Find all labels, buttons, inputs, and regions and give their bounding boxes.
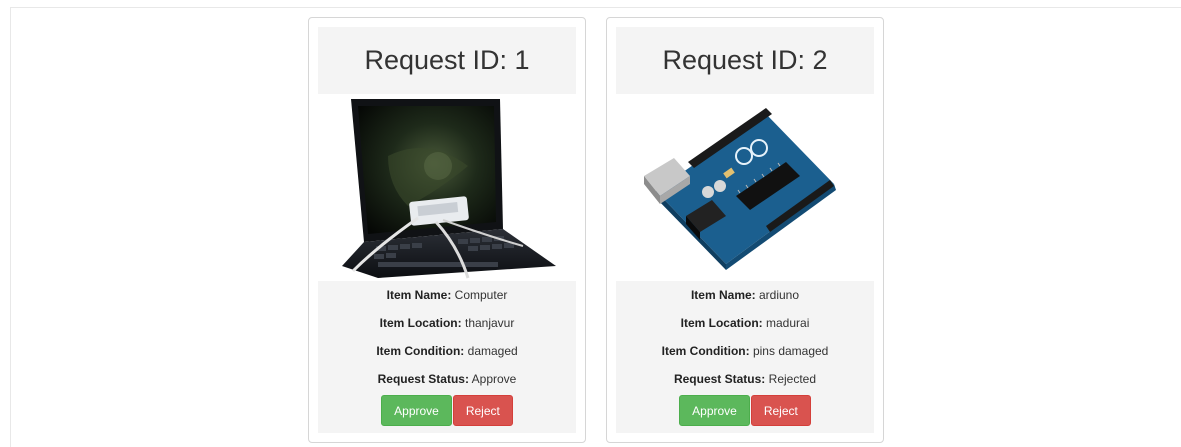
item-condition-row: Item Condition: damaged (318, 337, 576, 365)
request-title: Request ID: 2 (616, 27, 874, 94)
request-card: Request ID: 1 Item Name: Computer Item L… (308, 17, 586, 443)
item-name-label: Item Name: (690, 288, 756, 302)
page-frame (10, 7, 1181, 447)
item-name-label: Item Name: (386, 288, 452, 302)
item-location-row: Item Location: madurai (616, 309, 874, 337)
request-status-value: Rejected (768, 372, 817, 386)
request-status-row: Request Status: Approve (318, 365, 576, 393)
item-name-value: Computer (454, 288, 508, 302)
item-name-value: ardiuno (759, 288, 800, 302)
action-buttons: Approve Reject (616, 395, 874, 426)
item-location-value: thanjavur (464, 316, 515, 330)
item-name-row: Item Name: Computer (318, 281, 576, 309)
item-location-row: Item Location: thanjavur (318, 309, 576, 337)
item-condition-row: Item Condition: pins damaged (616, 337, 874, 365)
action-buttons: Approve Reject (318, 395, 576, 426)
laptop-image (318, 96, 576, 280)
request-card: Request ID: 2 Item Name: ardiuno Item Lo… (606, 17, 884, 443)
request-title: Request ID: 1 (318, 27, 576, 94)
request-status-row: Request Status: Rejected (616, 365, 874, 393)
request-details: Item Name: ardiuno Item Location: madura… (616, 281, 874, 433)
request-status-label: Request Status: (673, 372, 766, 386)
item-condition-label: Item Condition: (376, 344, 465, 358)
approve-button[interactable]: Approve (679, 395, 750, 426)
item-location-label: Item Location: (379, 316, 462, 330)
request-status-label: Request Status: (377, 372, 469, 386)
reject-button[interactable]: Reject (750, 395, 811, 426)
item-name-row: Item Name: ardiuno (616, 281, 874, 309)
item-location-label: Item Location: (680, 316, 763, 330)
approve-button[interactable]: Approve (381, 395, 452, 426)
arduino-board-image (616, 96, 874, 280)
request-details: Item Name: Computer Item Location: thanj… (318, 281, 576, 433)
request-status-value: Approve (471, 372, 517, 386)
item-location-value: madurai (766, 316, 810, 330)
reject-button[interactable]: Reject (452, 395, 513, 426)
item-condition-value: damaged (467, 344, 518, 358)
item-condition-value: pins damaged (752, 344, 829, 358)
item-condition-label: Item Condition: (661, 344, 750, 358)
